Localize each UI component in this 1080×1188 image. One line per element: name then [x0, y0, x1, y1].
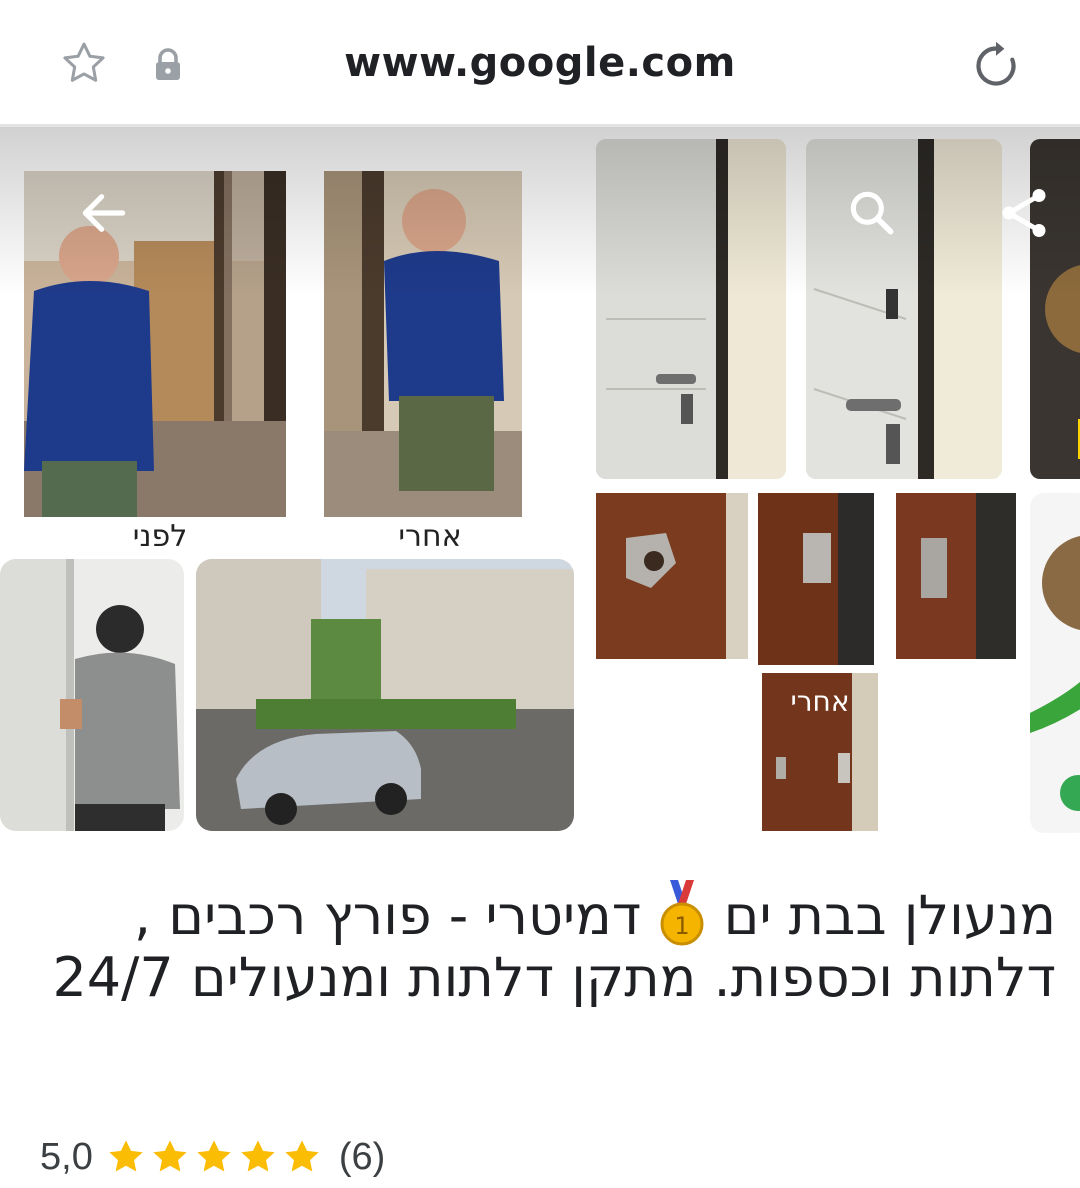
rating-row[interactable]: 5,0 (6) [40, 1132, 385, 1182]
caption-door-after: אחרי [790, 685, 850, 718]
star-icon [153, 1140, 187, 1172]
photo-wood-door-bottom[interactable]: אחרי [762, 673, 878, 831]
caption-before: לפני [132, 519, 188, 549]
title-part1: מנעולן בבת ים [723, 884, 1056, 947]
star-icon [197, 1140, 231, 1172]
caption-after: אחרי [398, 519, 462, 549]
rating-stars [105, 1136, 325, 1178]
url-text[interactable]: www.google.com [0, 40, 1080, 86]
search-button[interactable] [832, 173, 912, 253]
star-icon [109, 1140, 143, 1172]
back-arrow-icon [82, 194, 126, 232]
photo-street-view[interactable] [196, 559, 574, 831]
photo-worker[interactable] [0, 559, 184, 831]
reload-icon[interactable] [968, 38, 1024, 94]
listing-title: מנעולן בבת ים 1 דמיטרי - פורץ רכבים , דל… [36, 880, 1056, 1008]
back-button[interactable] [64, 173, 144, 253]
review-count: (6) [338, 1135, 386, 1178]
photo-logo-partial-2[interactable] [1030, 493, 1080, 833]
svg-text:1: 1 [675, 912, 690, 940]
search-icon [850, 191, 894, 235]
star-icon [241, 1140, 275, 1172]
photo-wood-door-before[interactable] [596, 493, 748, 659]
photo-wood-door-middle[interactable] [758, 493, 874, 665]
rating-value: 5,0 [40, 1135, 93, 1178]
star-icon [285, 1140, 319, 1172]
photo-wood-door-after[interactable] [896, 493, 1016, 659]
photo-after[interactable] [324, 171, 522, 517]
browser-url-bar: www.google.com [0, 0, 1080, 127]
gold-medal-icon: 1 [660, 880, 704, 946]
photo-white-door-1[interactable] [596, 139, 786, 479]
photo-gallery[interactable]: לפני אחרי אחרי [0, 127, 1080, 847]
share-button[interactable] [984, 173, 1064, 253]
share-icon [1002, 189, 1046, 237]
